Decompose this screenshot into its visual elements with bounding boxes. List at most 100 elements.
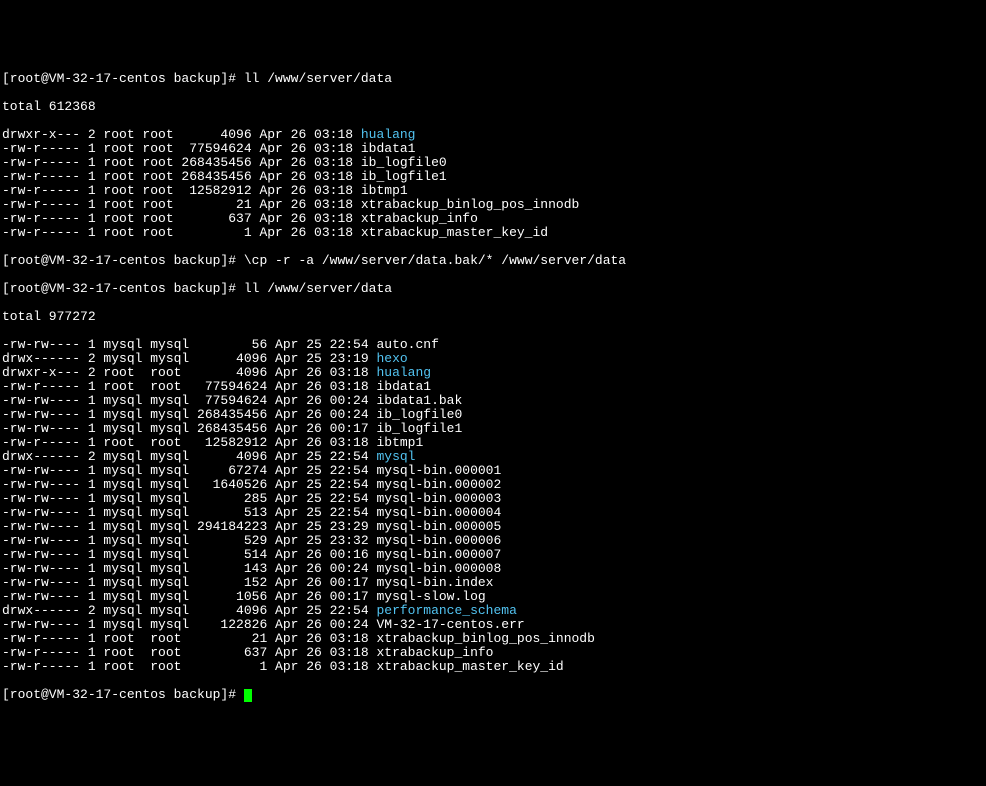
file-name: mysql-bin.000002 (376, 477, 501, 492)
file-entry: -rw-r----- 1 root root 77594624 Apr 26 0… (2, 142, 984, 156)
file-permissions: -rw-r----- 1 root root 77594624 Apr 26 0… (2, 141, 361, 156)
file-entry: -rw-r----- 1 root root 21 Apr 26 03:18 x… (2, 198, 984, 212)
file-entry: -rw-rw---- 1 mysql mysql 529 Apr 25 23:3… (2, 534, 984, 548)
file-name: xtrabackup_binlog_pos_innodb (361, 197, 579, 212)
file-name: mysql-bin.000006 (376, 533, 501, 548)
file-permissions: -rw-r----- 1 root root 1 Apr 26 03:18 (2, 659, 376, 674)
file-name: xtrabackup_binlog_pos_innodb (376, 631, 594, 646)
file-permissions: -rw-r----- 1 root root 1 Apr 26 03:18 (2, 225, 361, 240)
directory-name: hualang (361, 127, 416, 142)
prompt-text: [root@VM-32-17-centos backup]# (2, 281, 244, 296)
file-name: ib_logfile1 (361, 169, 447, 184)
file-entry: -rw-r----- 1 root root 268435456 Apr 26 … (2, 170, 984, 184)
file-name: ibtmp1 (361, 183, 408, 198)
directory-name: mysql (376, 449, 415, 464)
file-permissions: -rw-r----- 1 root root 21 Apr 26 03:18 (2, 197, 361, 212)
prompt-text: [root@VM-32-17-centos backup]# (2, 687, 244, 702)
file-entry: -rw-rw---- 1 mysql mysql 294184223 Apr 2… (2, 520, 984, 534)
file-name: xtrabackup_info (361, 211, 478, 226)
directory-name: performance_schema (376, 603, 516, 618)
file-list-2: -rw-rw---- 1 mysql mysql 56 Apr 25 22:54… (2, 338, 984, 674)
total-line-2: total 977272 (2, 310, 984, 324)
file-entry: -rw-rw---- 1 mysql mysql 67274 Apr 25 22… (2, 464, 984, 478)
file-name: ibtmp1 (376, 435, 423, 450)
command-3: ll /www/server/data (244, 281, 392, 296)
file-name: ib_logfile0 (376, 407, 462, 422)
file-name: ib_logfile0 (361, 155, 447, 170)
file-permissions: drwx------ 2 mysql mysql 4096 Apr 25 22:… (2, 449, 376, 464)
file-name: mysql-slow.log (376, 589, 485, 604)
file-permissions: drwxr-x--- 2 root root 4096 Apr 26 03:18 (2, 127, 361, 142)
file-name: ibdata1 (361, 141, 416, 156)
file-permissions: drwxr-x--- 2 root root 4096 Apr 26 03:18 (2, 365, 376, 380)
file-entry: -rw-r----- 1 root root 21 Apr 26 03:18 x… (2, 632, 984, 646)
terminal[interactable]: [root@VM-32-17-centos backup]# ll /www/s… (2, 58, 984, 716)
file-entry: -rw-rw---- 1 mysql mysql 1056 Apr 26 00:… (2, 590, 984, 604)
file-permissions: -rw-r----- 1 root root 12582912 Apr 26 0… (2, 435, 376, 450)
file-entry: -rw-rw---- 1 mysql mysql 56 Apr 25 22:54… (2, 338, 984, 352)
file-entry: drwxr-x--- 2 root root 4096 Apr 26 03:18… (2, 366, 984, 380)
file-entry: -rw-rw---- 1 mysql mysql 152 Apr 26 00:1… (2, 576, 984, 590)
file-entry: -rw-r----- 1 root root 637 Apr 26 03:18 … (2, 212, 984, 226)
file-entry: drwx------ 2 mysql mysql 4096 Apr 25 22:… (2, 450, 984, 464)
file-permissions: -rw-rw---- 1 mysql mysql 56 Apr 25 22:54 (2, 337, 376, 352)
directory-name: hualang (376, 365, 431, 380)
command-2: \cp -r -a /www/server/data.bak/* /www/se… (244, 253, 626, 268)
file-permissions: -rw-rw---- 1 mysql mysql 1056 Apr 26 00:… (2, 589, 376, 604)
file-permissions: drwx------ 2 mysql mysql 4096 Apr 25 23:… (2, 351, 376, 366)
file-entry: -rw-rw---- 1 mysql mysql 514 Apr 26 00:1… (2, 548, 984, 562)
prompt-line-2: [root@VM-32-17-centos backup]# \cp -r -a… (2, 254, 984, 268)
file-permissions: -rw-r----- 1 root root 21 Apr 26 03:18 (2, 631, 376, 646)
prompt-line-4: [root@VM-32-17-centos backup]# (2, 688, 984, 702)
file-entry: -rw-r----- 1 root root 77594624 Apr 26 0… (2, 380, 984, 394)
prompt-text: [root@VM-32-17-centos backup]# (2, 253, 244, 268)
file-permissions: -rw-rw---- 1 mysql mysql 143 Apr 26 00:2… (2, 561, 376, 576)
file-name: mysql-bin.000007 (376, 547, 501, 562)
file-entry: -rw-rw---- 1 mysql mysql 268435456 Apr 2… (2, 408, 984, 422)
file-permissions: -rw-rw---- 1 mysql mysql 514 Apr 26 00:1… (2, 547, 376, 562)
file-permissions: -rw-rw---- 1 mysql mysql 67274 Apr 25 22… (2, 463, 376, 478)
file-permissions: -rw-r----- 1 root root 637 Apr 26 03:18 (2, 645, 376, 660)
file-permissions: -rw-rw---- 1 mysql mysql 122826 Apr 26 0… (2, 617, 376, 632)
file-list-1: drwxr-x--- 2 root root 4096 Apr 26 03:18… (2, 128, 984, 240)
prompt-line-3: [root@VM-32-17-centos backup]# ll /www/s… (2, 282, 984, 296)
total-line-1: total 612368 (2, 100, 984, 114)
file-entry: -rw-rw---- 1 mysql mysql 268435456 Apr 2… (2, 422, 984, 436)
file-name: mysql-bin.000005 (376, 519, 501, 534)
directory-name: hexo (376, 351, 407, 366)
file-permissions: -rw-rw---- 1 mysql mysql 152 Apr 26 00:1… (2, 575, 376, 590)
file-permissions: -rw-rw---- 1 mysql mysql 285 Apr 25 22:5… (2, 491, 376, 506)
file-entry: -rw-rw---- 1 mysql mysql 77594624 Apr 26… (2, 394, 984, 408)
prompt-line-1: [root@VM-32-17-centos backup]# ll /www/s… (2, 72, 984, 86)
file-name: mysql-bin.000003 (376, 491, 501, 506)
file-entry: -rw-r----- 1 root root 1 Apr 26 03:18 xt… (2, 660, 984, 674)
file-entry: -rw-r----- 1 root root 12582912 Apr 26 0… (2, 184, 984, 198)
file-name: mysql-bin.000001 (376, 463, 501, 478)
file-name: xtrabackup_master_key_id (361, 225, 548, 240)
file-entry: -rw-r----- 1 root root 1 Apr 26 03:18 xt… (2, 226, 984, 240)
file-entry: drwx------ 2 mysql mysql 4096 Apr 25 22:… (2, 604, 984, 618)
file-permissions: drwx------ 2 mysql mysql 4096 Apr 25 22:… (2, 603, 376, 618)
file-permissions: -rw-rw---- 1 mysql mysql 1640526 Apr 25 … (2, 477, 376, 492)
command-1: ll /www/server/data (244, 71, 392, 86)
file-entry: drwxr-x--- 2 root root 4096 Apr 26 03:18… (2, 128, 984, 142)
file-name: ib_logfile1 (376, 421, 462, 436)
file-permissions: -rw-rw---- 1 mysql mysql 268435456 Apr 2… (2, 407, 376, 422)
file-permissions: -rw-rw---- 1 mysql mysql 513 Apr 25 22:5… (2, 505, 376, 520)
file-name: ibdata1 (376, 379, 431, 394)
file-entry: -rw-r----- 1 root root 12582912 Apr 26 0… (2, 436, 984, 450)
file-permissions: -rw-rw---- 1 mysql mysql 529 Apr 25 23:3… (2, 533, 376, 548)
file-permissions: -rw-r----- 1 root root 637 Apr 26 03:18 (2, 211, 361, 226)
file-entry: -rw-rw---- 1 mysql mysql 1640526 Apr 25 … (2, 478, 984, 492)
file-permissions: -rw-r----- 1 root root 77594624 Apr 26 0… (2, 379, 376, 394)
file-entry: -rw-r----- 1 root root 268435456 Apr 26 … (2, 156, 984, 170)
file-name: auto.cnf (376, 337, 438, 352)
file-name: xtrabackup_info (376, 645, 493, 660)
file-entry: drwx------ 2 mysql mysql 4096 Apr 25 23:… (2, 352, 984, 366)
file-entry: -rw-rw---- 1 mysql mysql 122826 Apr 26 0… (2, 618, 984, 632)
file-name: mysql-bin.index (376, 575, 493, 590)
file-permissions: -rw-rw---- 1 mysql mysql 268435456 Apr 2… (2, 421, 376, 436)
file-entry: -rw-rw---- 1 mysql mysql 285 Apr 25 22:5… (2, 492, 984, 506)
file-permissions: -rw-rw---- 1 mysql mysql 77594624 Apr 26… (2, 393, 376, 408)
file-entry: -rw-rw---- 1 mysql mysql 143 Apr 26 00:2… (2, 562, 984, 576)
